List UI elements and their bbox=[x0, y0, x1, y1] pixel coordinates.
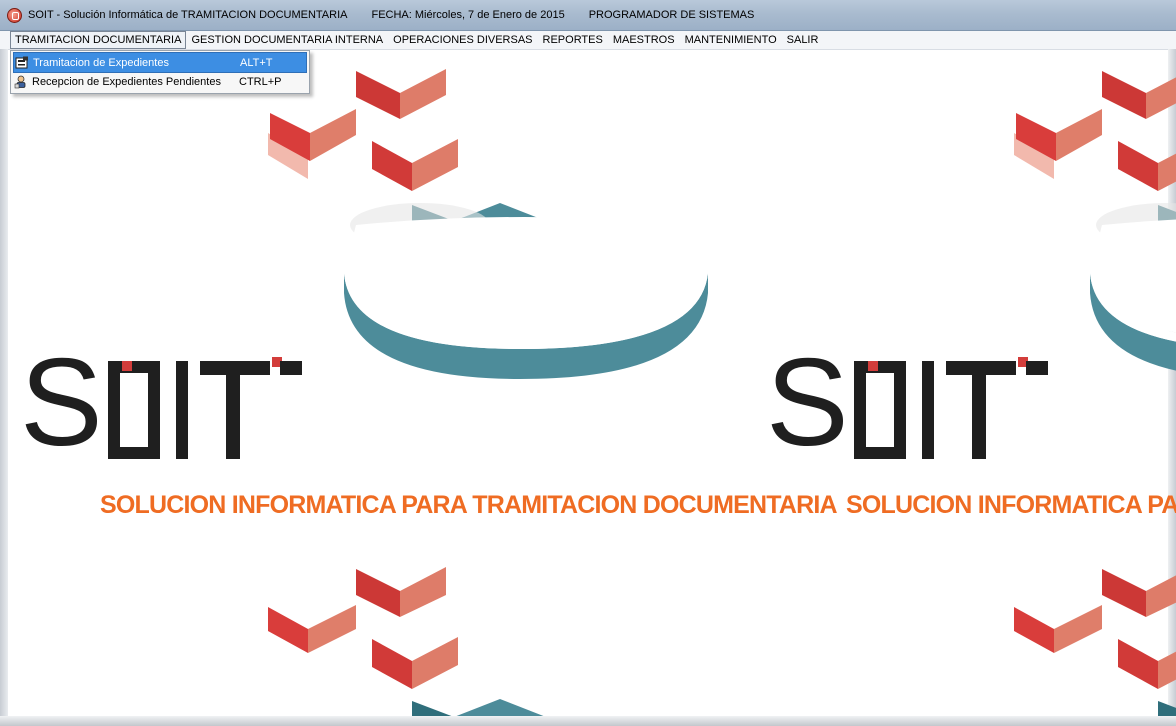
menu-reportes[interactable]: REPORTES bbox=[538, 32, 608, 48]
menu-bar: TRAMITACION DOCUMENTARIA GESTION DOCUMEN… bbox=[0, 31, 1176, 50]
menu-item-label: Recepcion de Expedientes Pendientes bbox=[32, 75, 221, 88]
user-role-label: PROGRAMADOR DE SISTEMAS bbox=[588, 9, 755, 21]
menu-tramitacion-documentaria[interactable]: TRAMITACION DOCUMENTARIA bbox=[10, 31, 187, 49]
menu-item-shortcut: ALT+T bbox=[240, 56, 273, 69]
document-process-icon bbox=[15, 56, 28, 68]
menu-item-tramitacion-expedientes[interactable]: Tramitacion de Expedientes ALT+T bbox=[13, 52, 307, 73]
logo-tagline-left: SOLUCION INFORMATICA PARA TRAMITACION DO… bbox=[100, 491, 838, 519]
main-window: SOIT - Solución Informática de TRAMITACI… bbox=[0, 0, 1176, 726]
logo-tagline-right: SOLUCION INFORMATICA PARA TRAMITACION DO… bbox=[846, 491, 1176, 519]
title-bar: SOIT - Solución Informática de TRAMITACI… bbox=[0, 0, 1176, 31]
tramitacion-dropdown-menu: Tramitacion de Expedientes ALT+T Recepci… bbox=[10, 50, 310, 94]
receive-user-icon bbox=[14, 75, 26, 88]
menu-gestion-documentaria-interna[interactable]: GESTION DOCUMENTARIA INTERNA bbox=[186, 32, 388, 48]
mdi-bottom-border bbox=[0, 716, 1176, 726]
menu-operaciones-diversas[interactable]: OPERACIONES DIVERSAS bbox=[388, 32, 537, 48]
menu-item-label: Tramitacion de Expedientes bbox=[33, 56, 169, 69]
menu-maestros[interactable]: MAESTROS bbox=[608, 32, 680, 48]
menu-item-recepcion-expedientes-pendientes[interactable]: Recepcion de Expedientes Pendientes CTRL… bbox=[13, 72, 307, 91]
date-label: FECHA: Miércoles, 7 de Enero de 2015 bbox=[371, 9, 565, 21]
menu-item-shortcut: CTRL+P bbox=[239, 75, 282, 88]
app-icon[interactable] bbox=[7, 7, 22, 23]
window-title: SOIT - Solución Informática de TRAMITACI… bbox=[28, 9, 348, 21]
menu-salir[interactable]: SALIR bbox=[782, 32, 824, 48]
menu-mantenimiento[interactable]: MANTENIMIENTO bbox=[680, 32, 782, 48]
soit-logo-wallpaper: S S bbox=[20, 69, 1176, 721]
